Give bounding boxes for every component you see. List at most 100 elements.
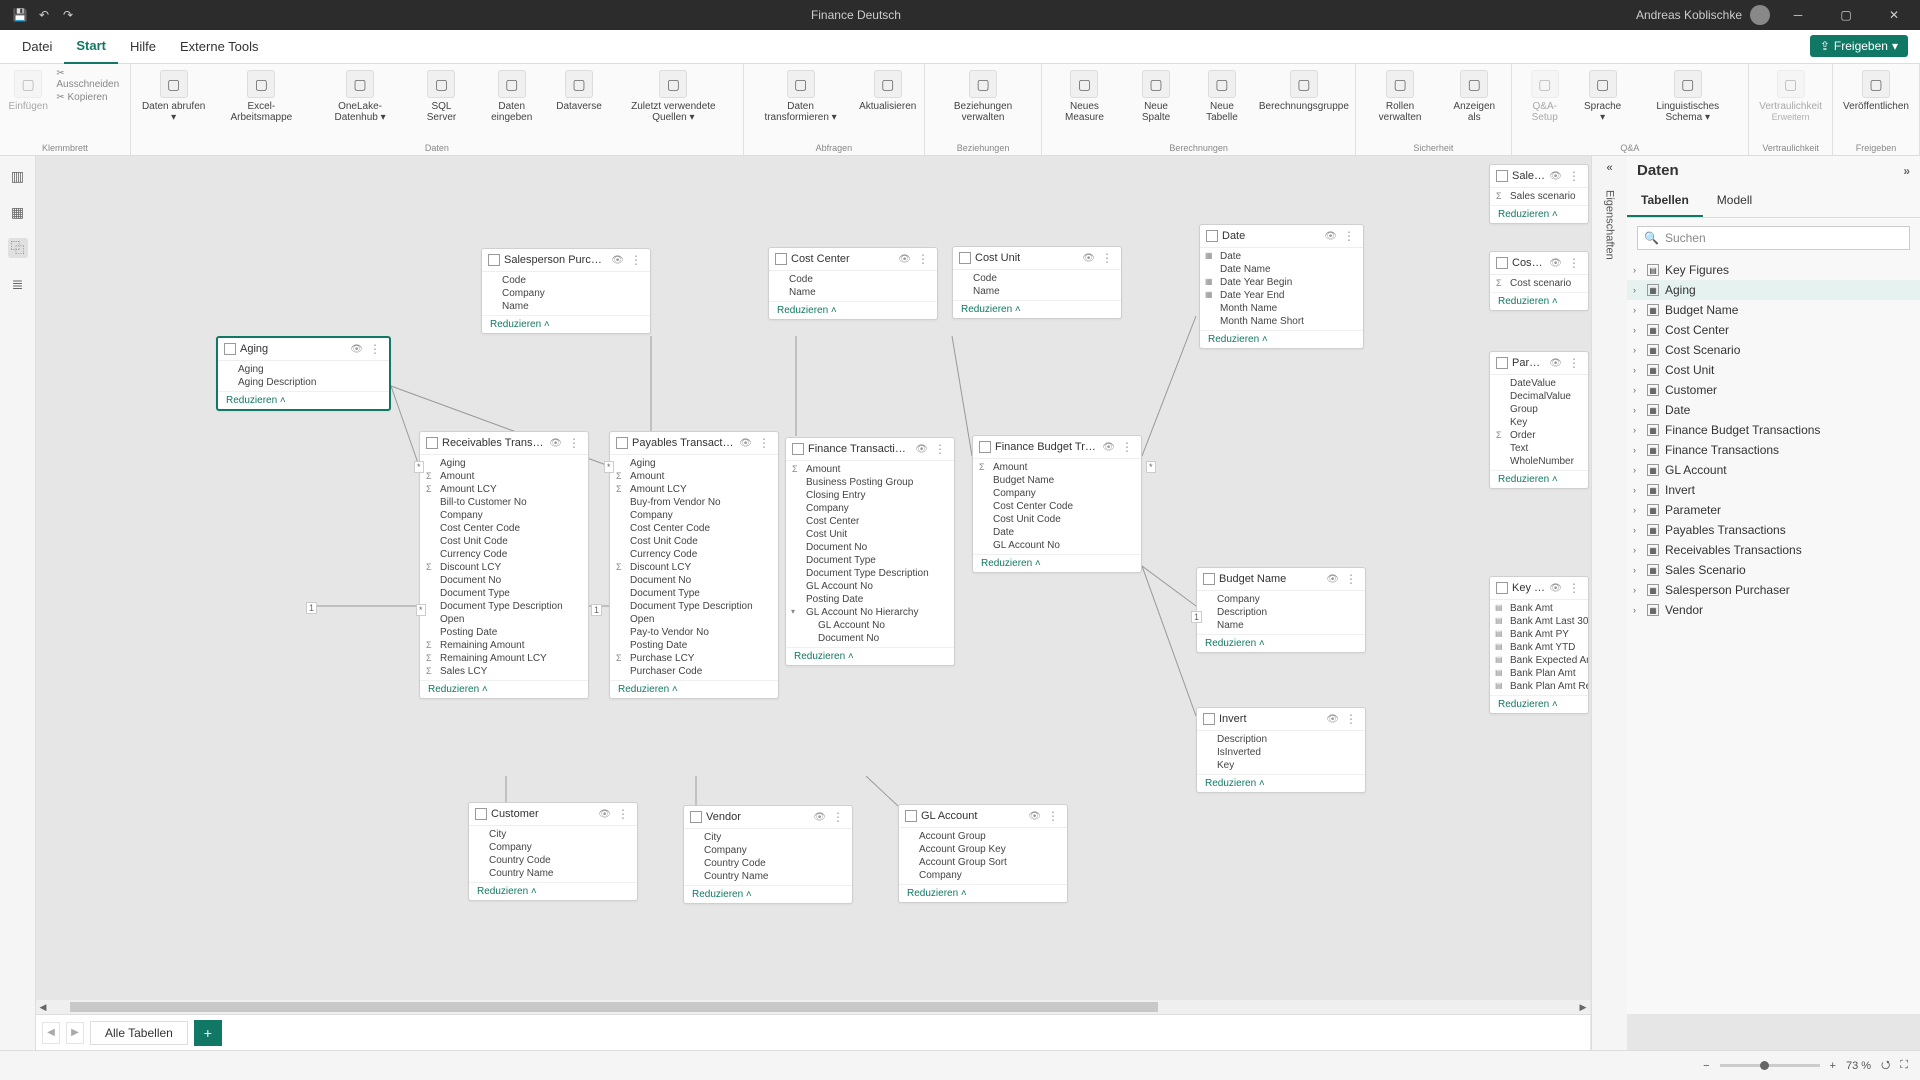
field[interactable]: Document No — [786, 632, 954, 645]
tree-item-date[interactable]: ›▦Date — [1627, 400, 1920, 420]
field[interactable]: Currency Code — [420, 548, 588, 561]
ribbon-sql-server[interactable]: ▢SQL Server — [414, 68, 470, 125]
more-icon[interactable]: ⋮ — [1343, 712, 1359, 726]
visibility-icon[interactable]: 👁 — [1028, 811, 1041, 822]
field[interactable]: Name — [482, 300, 650, 313]
scroll-left-icon[interactable]: ◀ — [36, 1002, 50, 1013]
table-card-salesperson[interactable]: Salesperson Purchaser👁⋮CodeCompanyNameRe… — [481, 248, 651, 334]
visibility-icon[interactable]: 👁 — [350, 344, 363, 355]
field[interactable]: ΣRemaining Amount — [420, 639, 588, 652]
ribbon-daten-transformieren-[interactable]: ▢Daten transformieren ▾ — [750, 68, 852, 125]
data-tab-modell[interactable]: Modell — [1703, 185, 1766, 217]
save-icon[interactable]: 💾 — [12, 7, 28, 23]
dax-view-icon[interactable]: ≣ — [8, 274, 28, 294]
field[interactable]: ▦Date Year Begin — [1200, 276, 1363, 289]
field[interactable]: Company — [482, 287, 650, 300]
tree-item-budget-name[interactable]: ›▦Budget Name — [1627, 300, 1920, 320]
field[interactable]: GL Account No — [786, 580, 954, 593]
field[interactable]: ▤Bank Amt PY — [1490, 628, 1588, 641]
field[interactable]: Name — [769, 286, 937, 299]
field[interactable]: Cost Unit Code — [973, 513, 1141, 526]
field[interactable]: Group — [1490, 403, 1588, 416]
more-icon[interactable]: ⋮ — [1566, 256, 1582, 270]
search-input[interactable]: 🔍 Suchen — [1637, 226, 1910, 250]
field[interactable]: Cost Center Code — [973, 500, 1141, 513]
collapse-link[interactable]: Reduzieren ˄ — [684, 885, 852, 903]
collapse-link[interactable]: Reduzieren ˄ — [1490, 470, 1588, 488]
tree-item-gl-account[interactable]: ›▦GL Account — [1627, 460, 1920, 480]
tree-item-invert[interactable]: ›▦Invert — [1627, 480, 1920, 500]
field[interactable]: Key — [1197, 759, 1365, 772]
field[interactable]: Aging — [420, 457, 588, 470]
field[interactable]: Code — [953, 272, 1121, 285]
table-card-parameter[interactable]: Parameter👁⋮DateValueDecimalValueGroupKey… — [1489, 351, 1589, 489]
visibility-icon[interactable]: 👁 — [598, 809, 611, 820]
collapse-link[interactable]: Reduzieren ˄ — [482, 315, 650, 333]
field[interactable]: ΣAmount — [610, 470, 778, 483]
more-icon[interactable]: ⋮ — [1119, 440, 1135, 454]
more-icon[interactable]: ⋮ — [1566, 581, 1582, 595]
avatar[interactable] — [1750, 5, 1770, 25]
collapse-link[interactable]: Reduzieren ˄ — [1490, 695, 1588, 713]
field[interactable]: Company — [610, 509, 778, 522]
table-card-customer[interactable]: Customer👁⋮CityCompanyCountry CodeCountry… — [468, 802, 638, 901]
field[interactable]: GL Account No — [973, 539, 1141, 552]
more-icon[interactable]: ⋮ — [756, 436, 772, 450]
field[interactable]: City — [469, 828, 637, 841]
field[interactable]: Posting Date — [786, 593, 954, 606]
field[interactable]: ΣDiscount LCY — [610, 561, 778, 574]
visibility-icon[interactable]: 👁 — [1326, 714, 1339, 725]
ribbon-onelake-datenhub-[interactable]: ▢OneLake-Datenhub ▾ — [312, 68, 407, 125]
table-card-budget[interactable]: Finance Budget Trans…👁⋮ΣAmountBudget Nam… — [972, 435, 1142, 573]
more-icon[interactable]: ⋮ — [830, 810, 846, 824]
field[interactable]: Month Name — [1200, 302, 1363, 315]
collapse-icon[interactable]: « — [1606, 162, 1612, 174]
collapse-link[interactable]: Reduzieren ˄ — [1490, 292, 1588, 310]
more-icon[interactable]: ⋮ — [932, 442, 948, 456]
field[interactable]: ▦Date Year End — [1200, 289, 1363, 302]
field[interactable]: Description — [1197, 733, 1365, 746]
tree-item-aging[interactable]: ›▦Aging — [1627, 280, 1920, 300]
table-card-sales-scenario[interactable]: Sales Scenario👁⋮ΣSales scenarioReduziere… — [1489, 164, 1589, 224]
field[interactable]: Company — [684, 844, 852, 857]
field[interactable]: Date Name — [1200, 263, 1363, 276]
ribbon-neue-tabelle[interactable]: ▢Neue Tabelle — [1191, 68, 1252, 125]
field[interactable]: ΣOrder — [1490, 429, 1588, 442]
tree-item-customer[interactable]: ›▦Customer — [1627, 380, 1920, 400]
visibility-icon[interactable]: 👁 — [1324, 231, 1337, 242]
table-card-costcenter[interactable]: Cost Center👁⋮CodeNameReduzieren ˄ — [768, 247, 938, 320]
more-icon[interactable]: ⋮ — [566, 436, 582, 450]
collapse-link[interactable]: Reduzieren ˄ — [973, 554, 1141, 572]
field[interactable]: WholeNumber — [1490, 455, 1588, 468]
field[interactable]: Company — [899, 869, 1067, 882]
field[interactable]: Account Group Key — [899, 843, 1067, 856]
tree-item-cost-unit[interactable]: ›▦Cost Unit — [1627, 360, 1920, 380]
visibility-icon[interactable]: 👁 — [1082, 253, 1095, 264]
table-card-aging[interactable]: Aging👁⋮AgingAging DescriptionReduzieren … — [216, 336, 391, 411]
ribbon-ver-ffentlichen[interactable]: ▢Veröffentlichen — [1839, 68, 1913, 114]
tree-item-cost-scenario[interactable]: ›▦Cost Scenario — [1627, 340, 1920, 360]
table-card-finance[interactable]: Finance Transactions👁⋮ΣAmountBusiness Po… — [785, 437, 955, 666]
field[interactable]: Purchaser Code — [610, 665, 778, 678]
field[interactable]: ΣDiscount LCY — [420, 561, 588, 574]
menu-start[interactable]: Start — [64, 30, 118, 64]
undo-icon[interactable]: ↶ — [36, 7, 52, 23]
field[interactable]: GL Account No — [786, 619, 954, 632]
ribbon-berechnungsgruppe[interactable]: ▢Berechnungsgruppe — [1259, 68, 1350, 114]
field[interactable]: Document Type Description — [610, 600, 778, 613]
field[interactable]: Document Type — [420, 587, 588, 600]
scroll-thumb[interactable] — [70, 1002, 1158, 1012]
visibility-icon[interactable]: 👁 — [1549, 258, 1562, 269]
collapse-link[interactable]: Reduzieren ˄ — [469, 882, 637, 900]
field[interactable]: Cost Unit Code — [610, 535, 778, 548]
field[interactable]: DecimalValue — [1490, 390, 1588, 403]
more-icon[interactable]: ⋮ — [367, 342, 383, 356]
field[interactable]: ΣSales LCY — [420, 665, 588, 678]
field[interactable]: Business Posting Group — [786, 476, 954, 489]
field[interactable]: ▤Bank Expected Amt — [1490, 654, 1588, 667]
field[interactable]: Aging — [610, 457, 778, 470]
field[interactable]: Open — [610, 613, 778, 626]
redo-icon[interactable]: ↷ — [60, 7, 76, 23]
minimize-icon[interactable]: ─ — [1778, 0, 1818, 30]
field[interactable]: ΣAmount LCY — [610, 483, 778, 496]
